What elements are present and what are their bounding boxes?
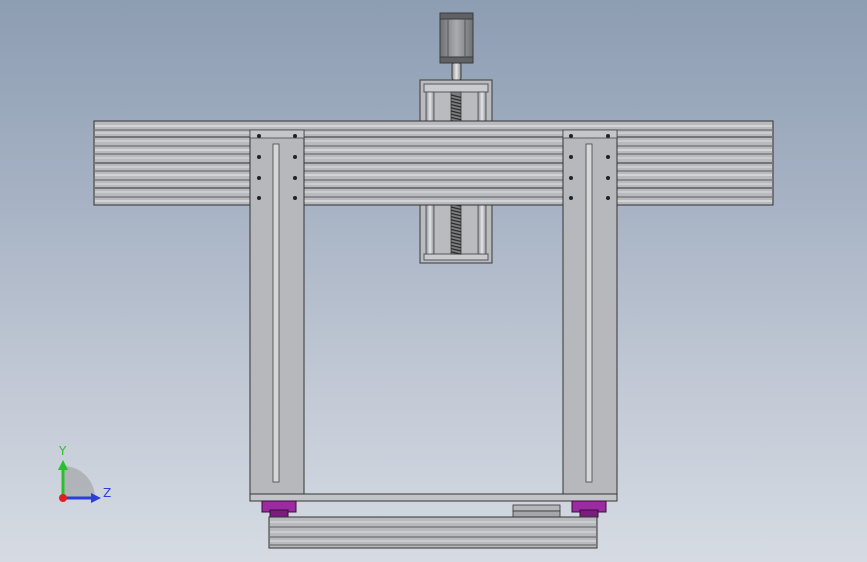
lower-crossbar[interactable] xyxy=(249,493,618,502)
cross-beam-extrusion[interactable] xyxy=(93,120,774,206)
base-rail-extrusion[interactable] xyxy=(268,516,598,549)
cad-viewport[interactable]: Y Z xyxy=(0,0,867,562)
carriage-right[interactable] xyxy=(571,500,607,518)
orientation-triad: Y Z xyxy=(58,444,111,503)
y-axis-label: Y xyxy=(58,444,67,458)
shaft-coupler xyxy=(451,62,462,81)
y-arrow-head xyxy=(58,460,68,470)
z-axis-label: Z xyxy=(103,486,111,500)
x-axis-dot xyxy=(59,494,67,502)
right-upright[interactable] xyxy=(562,129,618,497)
z-arrow-head xyxy=(91,493,101,503)
stepper-motor[interactable] xyxy=(439,12,474,64)
belt-bracket xyxy=(512,504,561,518)
left-upright[interactable] xyxy=(249,129,305,497)
carriage-left[interactable] xyxy=(261,500,297,518)
